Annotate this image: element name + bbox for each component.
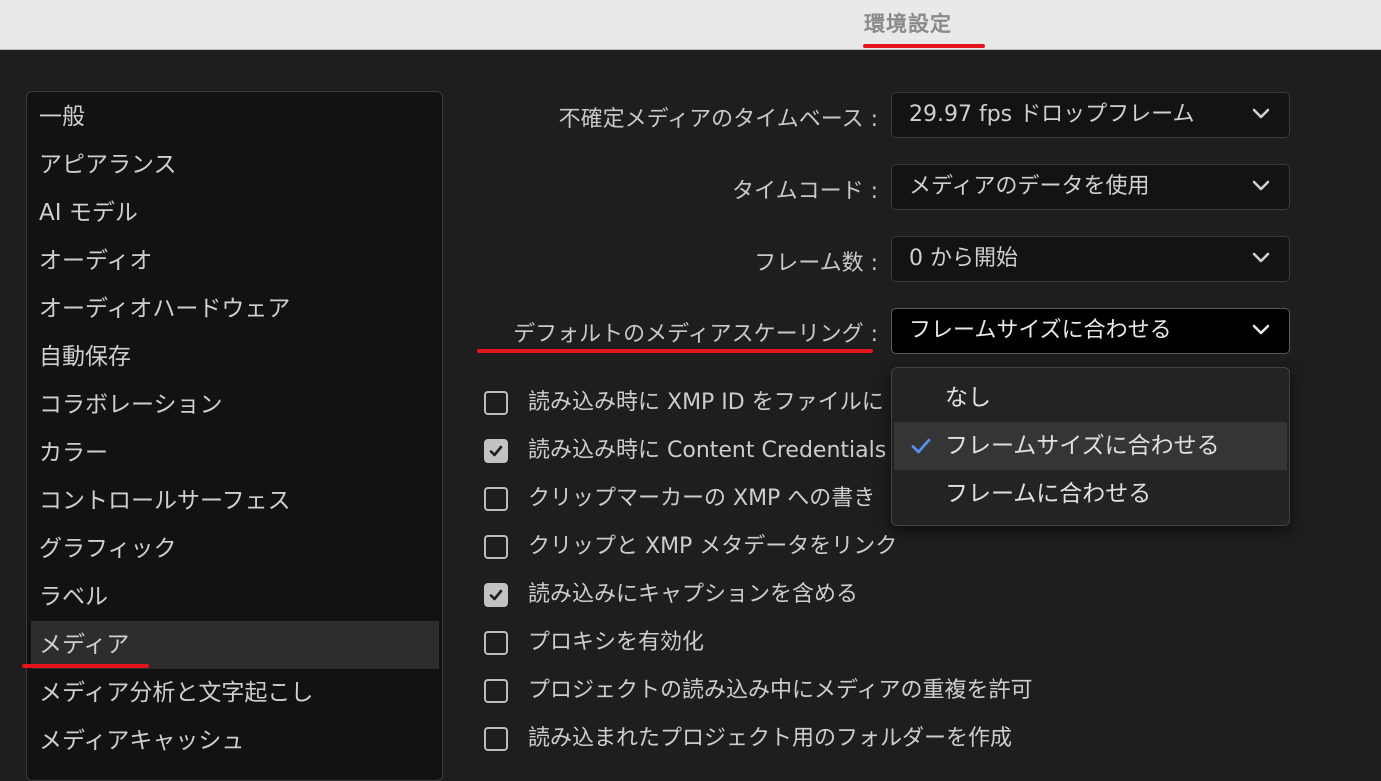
media-underline-annotation — [22, 664, 149, 668]
sidebar-item-audio-hardware[interactable]: オーディオハードウェア — [31, 285, 439, 333]
timecode-label: タイムコード : — [732, 179, 878, 204]
link-clip-xmp-label: クリップと XMP メタデータをリンク — [528, 534, 898, 559]
scaling-select[interactable]: フレームサイズに合わせる — [891, 308, 1290, 354]
frame-count-select[interactable]: 0 から開始 — [891, 236, 1290, 282]
link-clip-xmp-checkbox[interactable] — [484, 535, 508, 559]
chevron-down-icon — [1252, 252, 1270, 263]
create-folders-checkbox[interactable] — [484, 727, 508, 751]
title-bar: 環境設定 — [0, 0, 1381, 50]
enable-proxies-label: プロキシを有効化 — [528, 630, 705, 655]
chevron-down-icon — [1252, 108, 1270, 119]
content-credentials-checkbox[interactable] — [484, 439, 508, 463]
menu-item-none[interactable]: なし — [894, 374, 1287, 422]
create-folders-label: 読み込まれたプロジェクト用のフォルダーを作成 — [528, 726, 1013, 751]
timebase-value: 29.97 fps ドロップフレーム — [909, 102, 1195, 127]
sidebar-item-appearance[interactable]: アピアランス — [31, 141, 439, 189]
sidebar-item-media-analysis[interactable]: メディア分析と文字起こし — [31, 669, 439, 717]
chevron-down-icon — [1252, 324, 1270, 335]
chevron-down-icon — [1252, 180, 1270, 191]
sidebar-item-labels[interactable]: ラベル — [31, 573, 439, 621]
timebase-label: 不確定メディアのタイムベース : — [558, 107, 878, 132]
preferences-category-list: 一般 アピアランス AI モデル オーディオ オーディオハードウェア 自動保存 … — [26, 91, 443, 781]
sidebar-item-audio[interactable]: オーディオ — [31, 237, 439, 285]
sidebar-item-general[interactable]: 一般 — [31, 93, 439, 141]
title-underline-annotation — [863, 44, 985, 48]
sidebar-item-media[interactable]: メディア — [31, 621, 439, 669]
scaling-underline-annotation — [477, 349, 873, 353]
sidebar-item-media-cache[interactable]: メディアキャッシュ — [31, 717, 439, 765]
timecode-select[interactable]: メディアのデータを使用 — [891, 164, 1290, 210]
sidebar-item-graphics[interactable]: グラフィック — [31, 525, 439, 573]
menu-item-fit-frame-size[interactable]: フレームサイズに合わせる — [894, 422, 1287, 470]
window-title: 環境設定 — [864, 12, 952, 36]
scaling-label: デフォルトのメディアスケーリング : — [513, 322, 878, 347]
sidebar-item-control-surface[interactable]: コントロールサーフェス — [31, 477, 439, 525]
scaling-dropdown-menu: なし フレームサイズに合わせる フレームに合わせる — [891, 367, 1290, 526]
xmp-id-label: 読み込み時に XMP ID をファイルに — [528, 390, 884, 415]
scaling-value: フレームサイズに合わせる — [909, 318, 1172, 343]
sidebar-item-color[interactable]: カラー — [31, 429, 439, 477]
sidebar-item-ai-models[interactable]: AI モデル — [31, 189, 439, 237]
timebase-select[interactable]: 29.97 fps ドロップフレーム — [891, 92, 1290, 138]
include-captions-checkbox[interactable] — [484, 583, 508, 607]
allow-duplicates-checkbox[interactable] — [484, 679, 508, 703]
checkmark-icon — [489, 445, 503, 457]
clip-marker-xmp-checkbox[interactable] — [484, 487, 508, 511]
checkmark-icon — [489, 589, 503, 601]
menu-item-label: フレームサイズに合わせる — [945, 433, 1220, 459]
frame-count-label: フレーム数 : — [754, 251, 878, 276]
sidebar-item-auto-save[interactable]: 自動保存 — [31, 333, 439, 381]
timecode-value: メディアのデータを使用 — [909, 174, 1150, 199]
clip-marker-xmp-label: クリップマーカーの XMP への書き — [528, 486, 876, 511]
xmp-id-checkbox[interactable] — [484, 391, 508, 415]
frame-count-value: 0 から開始 — [909, 246, 1018, 271]
checkmark-icon — [911, 438, 931, 454]
enable-proxies-checkbox[interactable] — [484, 631, 508, 655]
sidebar-item-collaboration[interactable]: コラボレーション — [31, 381, 439, 429]
allow-duplicates-label: プロジェクトの読み込み中にメディアの重複を許可 — [528, 678, 1033, 703]
include-captions-label: 読み込みにキャプションを含める — [528, 582, 859, 607]
content-credentials-label: 読み込み時に Content Credentials の — [528, 438, 916, 463]
menu-item-fit-frame[interactable]: フレームに合わせる — [894, 470, 1287, 518]
